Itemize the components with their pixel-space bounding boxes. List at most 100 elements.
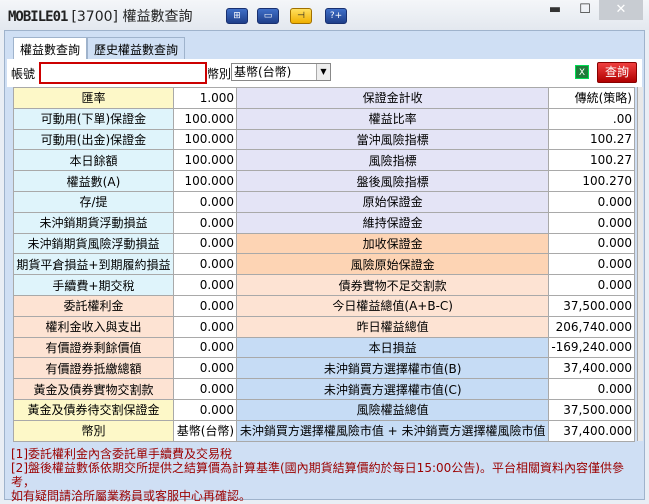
chevron-down-icon[interactable]: ▼ <box>316 64 330 80</box>
currency-select[interactable]: 基幣(台幣) ▼ <box>231 63 331 81</box>
row-label: 黃金及債券實物交割款 <box>13 378 174 400</box>
excel-export-icon[interactable]: X <box>575 65 589 79</box>
row-value: 基幣(台幣) <box>172 419 238 442</box>
minimize-button[interactable]: ▬ <box>545 0 565 20</box>
row-value-right: 100.270 <box>548 170 635 192</box>
row-label-right: 債券實物不足交割款 <box>236 274 550 296</box>
table-row: 有價證券剩餘價值 0.000 本日損益 -169,240.000 <box>13 336 635 359</box>
row-label: 幣別 <box>13 419 174 442</box>
table-row: 權利金收入與支出 0.000 昨日權益總值 206,740.000 <box>13 315 635 338</box>
row-value-right: 206,740.000 <box>548 315 635 338</box>
notes: [1]委託權利金內含委託單手續費及交易稅 [2]盤後權益數係依期交所提供之結算價… <box>11 447 644 503</box>
table-row: 匯率 1.000 保證金計收 傳統(策略) <box>13 87 635 109</box>
row-label: 有價證券剩餘價值 <box>13 336 174 359</box>
row-label-right: 風險指標 <box>236 149 550 172</box>
window-button[interactable]: ▭ <box>257 8 279 24</box>
note-3: 如有疑問請洽所屬業務員或客服中心再確認。 <box>11 489 252 503</box>
row-label: 有價證券抵繳總額 <box>13 357 174 380</box>
row-label-right: 昨日權益總值 <box>236 315 550 338</box>
title-bar: MOBILE01 [3700] 權益數查詢 ⊞ ▭ ⊣ ?+ ▬ ☐ ✕ <box>0 0 649 30</box>
tab-equity-query[interactable]: 權益數查詢 <box>13 37 88 59</box>
table-row: 手續費+期交稅 0.000 債券實物不足交割款 0.000 <box>13 274 635 296</box>
row-label-right: 本日損益 <box>236 336 550 359</box>
layout-button[interactable]: ⊞ <box>226 8 248 24</box>
row-value-right: 0.000 <box>548 378 635 400</box>
row-value: 0.000 <box>172 274 238 296</box>
row-value-right: 100.27 <box>548 149 635 172</box>
tab-history-equity-query[interactable]: 歷史權益數查詢 <box>87 37 186 59</box>
row-value-right: 0.000 <box>548 253 635 276</box>
row-label: 委託權利金 <box>13 294 174 317</box>
row-value: 0.000 <box>172 378 238 400</box>
table-row: 期貨平倉損益+到期履約損益 0.000 風險原始保證金 0.000 <box>13 253 635 276</box>
maximize-button[interactable]: ☐ <box>575 0 595 20</box>
row-label: 手續費+期交稅 <box>13 274 174 296</box>
row-label-right: 維持保證金 <box>236 211 550 234</box>
help-button[interactable]: ?+ <box>325 8 347 24</box>
pin-button[interactable]: ⊣ <box>290 8 312 24</box>
row-value-right: .00 <box>548 107 635 130</box>
query-button[interactable]: 查詢 <box>597 62 637 83</box>
window-title-text: [3700] 權益數查詢 <box>71 9 193 25</box>
table-row: 幣別 基幣(台幣) 未沖銷買方選擇權風險市值 + 未沖銷賣方選擇權風險市值 37,40… <box>13 419 635 442</box>
equity-table: 匯率 1.000 保證金計收 傳統(策略) 可動用(下單)保證金 100.000 權益比率.… <box>13 87 635 442</box>
row-value: 100.000 <box>172 170 238 192</box>
row-value-right: 0.000 <box>548 211 635 234</box>
row-label: 黃金及債券待交割保證金 <box>13 398 174 421</box>
table-row: 本日餘額 100.000 風險指標 100.27 <box>13 149 635 172</box>
row-label-right: 未沖銷買方選擇權市值(B) <box>236 357 550 380</box>
scrollbar[interactable] <box>637 87 643 441</box>
main-panel: 權益數查詢 歷史權益數查詢 帳號 幣別 基幣(台幣) ▼ X 查詢 匯率 1.000… <box>4 30 645 503</box>
row-value: 0.000 <box>172 253 238 276</box>
row-value: 0.000 <box>172 294 238 317</box>
row-label-right: 今日權益總值(A+B-C) <box>236 294 550 317</box>
row-label: 權利金收入與支出 <box>13 315 174 338</box>
row-value-right: 傳統(策略) <box>548 87 635 109</box>
note-1: [1]委託權利金內含委託單手續費及交易稅 <box>11 447 232 461</box>
row-value: 0.000 <box>172 357 238 380</box>
row-label-right: 權益比率 <box>236 107 550 130</box>
table-row: 委託權利金 0.000 今日權益總值(A+B-C) 37,500.000 <box>13 294 635 317</box>
table-row: 存/提 0.000 原始保證金 0.000 <box>13 190 635 213</box>
row-value-right: 100.27 <box>548 128 635 151</box>
row-value-right: -169,240.000 <box>548 336 635 359</box>
row-value: 0.000 <box>172 190 238 213</box>
row-value: 1.000 <box>172 87 238 109</box>
tab-bar: 權益數查詢 歷史權益數查詢 <box>13 37 186 59</box>
row-value-right: 0.000 <box>548 190 635 213</box>
row-label: 期貨平倉損益+到期履約損益 <box>13 253 174 276</box>
row-label-right: 原始保證金 <box>236 190 550 213</box>
row-label: 權益數(A) <box>13 170 174 192</box>
account-input[interactable] <box>39 62 207 84</box>
row-label-right: 風險原始保證金 <box>236 253 550 276</box>
row-label-right: 未沖銷賣方選擇權市值(C) <box>236 378 550 400</box>
row-label-right: 加收保證金 <box>236 232 550 255</box>
row-value-right: 0.000 <box>548 274 635 296</box>
row-label-right: 盤後風險指標 <box>236 170 550 192</box>
logo: MOBILE01 <box>8 9 68 25</box>
currency-label: 幣別 <box>207 67 232 81</box>
row-label: 本日餘額 <box>13 149 174 172</box>
row-value: 100.000 <box>172 107 238 130</box>
row-label: 存/提 <box>13 190 174 213</box>
row-value-right: 37,500.000 <box>548 398 635 421</box>
close-button[interactable]: ✕ <box>599 0 643 20</box>
row-value-right: 0.000 <box>548 232 635 255</box>
row-label-right: 當沖風險指標 <box>236 128 550 151</box>
table-row: 可動用(出金)保證金 100.000 當沖風險指標 100.27 <box>13 128 635 151</box>
table-row: 可動用(下單)保證金 100.000 權益比率 .00 <box>13 107 635 130</box>
row-label: 可動用(出金)保證金 <box>13 128 174 151</box>
account-label: 帳號 <box>11 67 36 81</box>
table-row: 有價證券抵繳總額 0.000 未沖銷買方選擇權市值(B) 37,400.000 <box>13 357 635 380</box>
note-2: [2]盤後權益數係依期交所提供之結算價為計算基準(國內期貨結算價約於每日15:0… <box>11 461 624 489</box>
row-value-right: 37,400.000 <box>548 357 635 380</box>
currency-value: 基幣(台幣) <box>234 65 292 79</box>
query-toolbar: 帳號 幣別 基幣(台幣) ▼ X 查詢 <box>7 59 642 87</box>
row-label-right: 保證金計收 <box>236 87 550 109</box>
table-row: 權益數(A) 100.000 盤後風險指標 100.270 <box>13 170 635 192</box>
row-value-right: 37,400.000 <box>548 419 635 442</box>
row-label: 可動用(下單)保證金 <box>13 107 174 130</box>
row-value-right: 37,500.000 <box>548 294 635 317</box>
table-row: 未沖銷期貨浮動損益 0.000 維持保證金 0.000 <box>13 211 635 234</box>
row-label: 匯率 <box>13 87 174 109</box>
